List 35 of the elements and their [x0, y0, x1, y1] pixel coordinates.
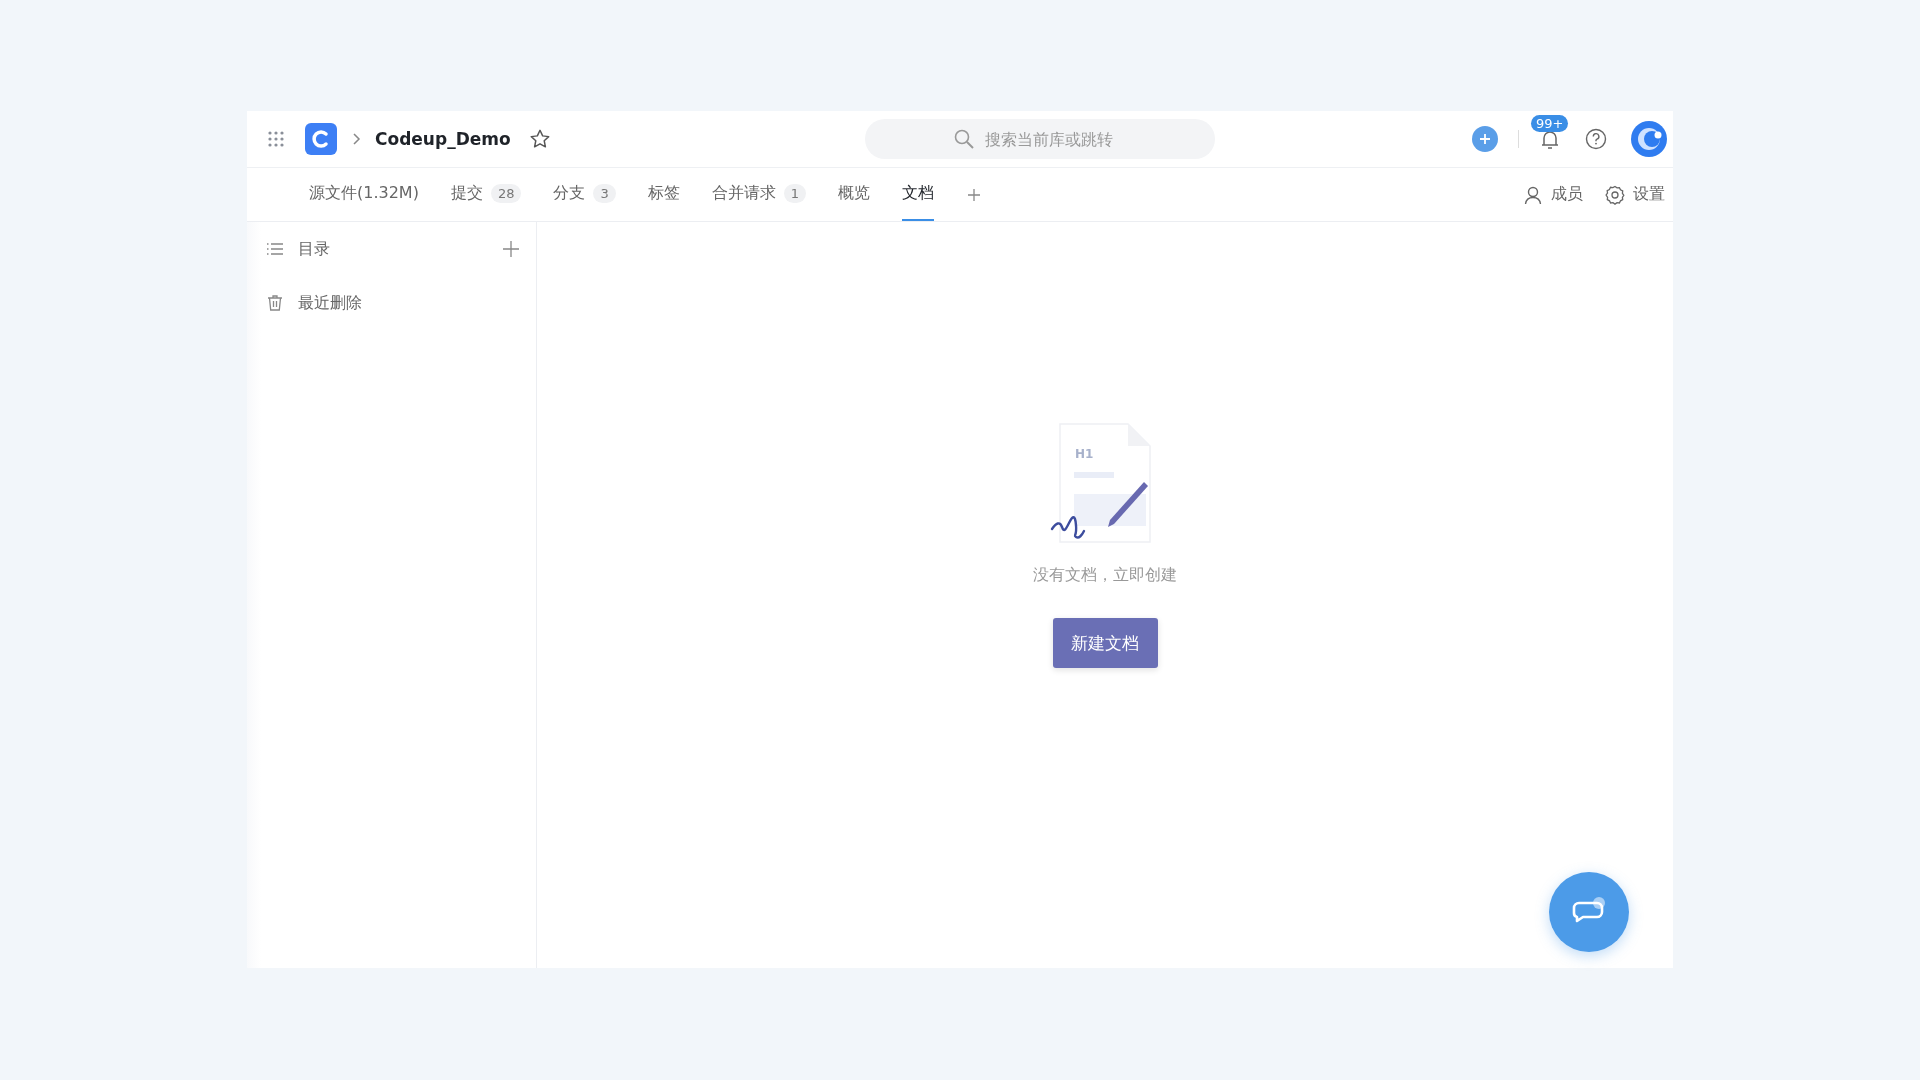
count-badge: 28	[490, 184, 522, 203]
search-icon	[952, 128, 975, 150]
notification-badge: 99+	[1531, 115, 1569, 132]
apps-grid-icon[interactable]	[267, 130, 285, 148]
tab[interactable]: 源文件(1.32M)	[309, 168, 419, 221]
tab[interactable]: 合并请求 1	[711, 168, 807, 221]
empty-state-message: 没有文档，立即创建	[1033, 565, 1177, 586]
avatar-icon[interactable]	[1631, 121, 1667, 157]
members-link[interactable]: 成员	[1523, 184, 1583, 205]
trash-icon	[266, 294, 284, 312]
chevron-right-icon	[351, 132, 361, 146]
tab[interactable]: 分支 3	[553, 168, 616, 221]
chat-button[interactable]	[1549, 872, 1629, 952]
count-badge: 3	[593, 184, 616, 203]
new-document-button[interactable]: 新建文档	[1052, 618, 1158, 668]
sidebar-item[interactable]: 目录	[266, 234, 520, 264]
help-icon[interactable]	[1585, 128, 1607, 150]
add-icon[interactable]	[1472, 126, 1498, 152]
app-logo-icon[interactable]	[305, 123, 337, 155]
add-tab-icon[interactable]	[966, 186, 983, 203]
list-icon	[266, 240, 284, 258]
tab[interactable]: 提交 28	[450, 168, 522, 221]
tab[interactable]: 文档	[902, 168, 935, 221]
tab[interactable]: 概览	[838, 168, 871, 221]
star-icon[interactable]	[528, 128, 551, 150]
person-icon	[1523, 184, 1543, 205]
repo-name[interactable]: Codeup_Demo	[375, 129, 511, 149]
add-icon[interactable]	[502, 240, 520, 258]
settings-icon	[1605, 184, 1625, 205]
sidebar-item[interactable]: 最近删除	[266, 288, 520, 318]
count-badge: 1	[783, 184, 807, 203]
tab[interactable]: 标签	[647, 168, 680, 221]
illustration-heading-label: H1	[1075, 447, 1094, 461]
settings-link[interactable]: 设置	[1605, 184, 1665, 205]
search-field[interactable]: 搜索当前库或跳转	[864, 119, 1215, 159]
